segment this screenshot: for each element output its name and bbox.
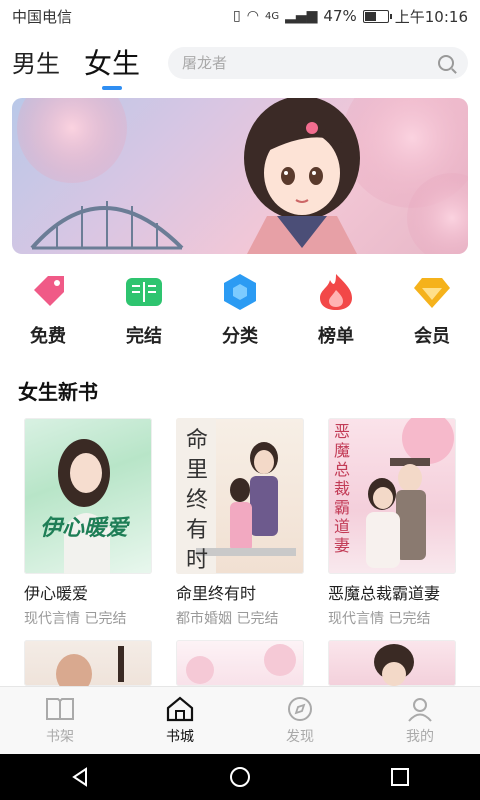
compass-icon (288, 696, 312, 721)
cover-title: 恶魔总裁霸道妻 (334, 422, 351, 555)
book-title: 伊心暖爱 (24, 584, 89, 603)
active-tab-indicator (102, 86, 122, 90)
cover-art (58, 439, 110, 574)
book-card[interactable]: 恶魔总裁霸道妻 恶魔总裁霸道妻 现代言情 已完结 (328, 418, 456, 628)
home-circle-icon[interactable] (228, 765, 252, 789)
book-genre: 现代言情 (24, 611, 80, 627)
category-classify[interactable]: 分类 (200, 272, 280, 352)
book-meta: 现代言情 已完结 (328, 608, 456, 628)
search-input[interactable] (182, 54, 438, 72)
category-label: 完结 (126, 326, 162, 347)
book-cover: 恶魔总裁霸道妻 (328, 418, 456, 574)
category-label: 榜单 (318, 326, 354, 347)
clock: 上午10:16 (394, 7, 468, 26)
recents-icon[interactable] (388, 765, 412, 789)
nav-discover[interactable]: 发现 (260, 696, 340, 746)
book-cover (328, 640, 456, 686)
search-icon[interactable] (438, 55, 454, 71)
bookshelf-icon (46, 697, 74, 720)
book-cover: 伊心暖爱 (24, 418, 152, 574)
book-genre: 都市婚姻 (176, 611, 232, 627)
nav-bookshelf[interactable]: 书架 (20, 696, 100, 746)
category-vip[interactable]: 会员 (392, 272, 472, 352)
banner-illustration (17, 98, 468, 254)
category-label: 分类 (222, 326, 258, 347)
book-cover: 命里终有时 (176, 418, 304, 574)
book-open-icon (126, 278, 162, 306)
book-cover (24, 640, 152, 686)
nav-mine[interactable]: 我的 (380, 696, 460, 746)
status-indicators: ▯ ◠ 4G ▂▄▆ 47% 上午10:16 (233, 6, 468, 27)
flame-icon (320, 274, 352, 310)
cover-title: 命里终有时 (186, 428, 209, 573)
nav-label: 我的 (406, 728, 434, 745)
book-card[interactable]: 命里终有时 命里终有时 都市婚姻 已完结 (176, 418, 304, 628)
nav-label: 发现 (286, 728, 314, 745)
cover-title: 伊心暖爱 (40, 516, 129, 541)
category-finished[interactable]: 完结 (104, 272, 184, 352)
network-type: 4G (264, 10, 280, 22)
home-icon (166, 696, 194, 721)
category-free[interactable]: 免费 (8, 272, 88, 352)
tag-icon (34, 276, 64, 306)
book-card[interactable] (24, 640, 152, 686)
book-genre: 现代言情 (328, 611, 384, 627)
search-bar[interactable] (168, 47, 468, 79)
top-nav: 男生 女生 (0, 40, 480, 90)
carrier-label: 中国电信 (12, 7, 73, 26)
nav-bookstore[interactable]: 书城 (140, 696, 220, 746)
signal-icon: ▂▄▆ (285, 8, 318, 24)
bottom-nav: 书架 书城 发现 我的 (0, 686, 480, 754)
book-cover (176, 640, 304, 686)
cover-art (374, 644, 414, 686)
diamond-icon (414, 278, 450, 308)
nav-label: 书城 (166, 728, 194, 745)
tab-male-label: 男生 (12, 50, 60, 78)
category-ranking[interactable]: 榜单 (296, 272, 376, 352)
tab-female-label: 女生 (84, 47, 141, 80)
book-card[interactable]: 伊心暖爱 伊心暖爱 现代言情 已完结 (24, 418, 152, 628)
vibrate-icon: ▯ (233, 8, 241, 24)
book-title: 恶魔总裁霸道妻 (328, 584, 441, 603)
tab-male[interactable]: 男生 (12, 44, 60, 84)
hexagon-icon (224, 274, 256, 310)
tab-female[interactable]: 女生 (84, 44, 141, 90)
user-icon (408, 697, 432, 722)
book-card[interactable] (176, 640, 304, 686)
battery-icon (362, 9, 392, 23)
book-title: 命里终有时 (176, 584, 257, 603)
category-label: 会员 (414, 326, 450, 347)
status-bar: 中国电信 ▯ ◠ 4G ▂▄▆ 47% 上午10:16 (0, 0, 480, 32)
back-icon[interactable] (68, 765, 92, 789)
book-card[interactable] (328, 640, 456, 686)
section-title: 女生新书 (18, 380, 98, 404)
book-status: 已完结 (84, 611, 127, 627)
book-status: 已完结 (388, 611, 431, 627)
category-label: 免费 (30, 326, 66, 347)
wifi-icon: ◠ (246, 8, 259, 24)
battery-percent: 47% (323, 7, 357, 25)
category-shortcuts: 免费 完结 分类 榜单 会员 (0, 272, 480, 352)
cover-art (56, 646, 124, 686)
book-meta: 现代言情 已完结 (24, 608, 152, 628)
system-nav-bar (0, 754, 480, 800)
nav-label: 书架 (46, 728, 74, 745)
book-meta: 都市婚姻 已完结 (176, 608, 304, 628)
cover-art (186, 644, 296, 684)
book-status: 已完结 (236, 611, 279, 627)
promo-banner[interactable] (12, 98, 468, 254)
